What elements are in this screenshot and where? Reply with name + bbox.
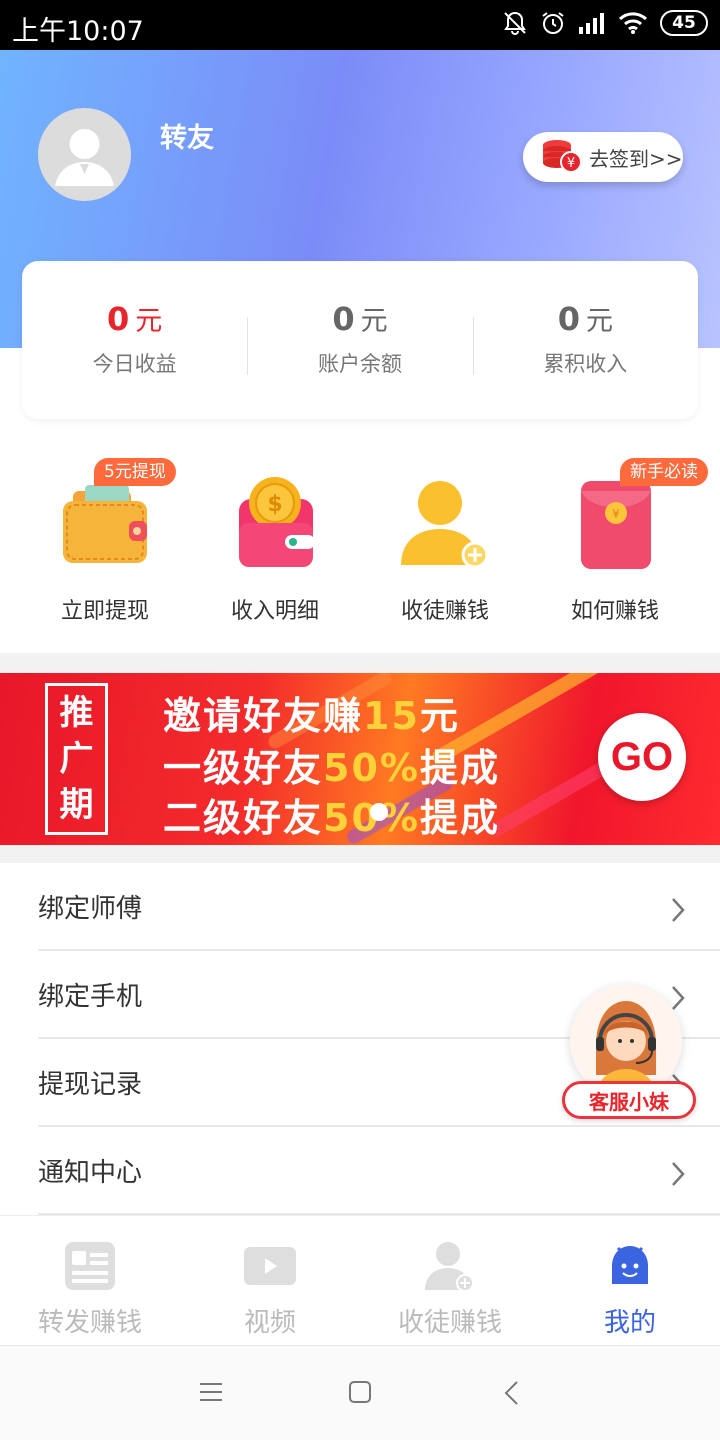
wallet-icon (55, 473, 155, 573)
alarm-icon (540, 10, 566, 36)
menu-item-notifications[interactable]: 通知中心 (38, 1127, 720, 1215)
battery-icon: 45 (660, 10, 708, 36)
tab-label: 我的 (603, 1308, 656, 1338)
stat-label: 账户余额 (317, 352, 402, 376)
feature-grid: 5元提现 立即提现 $ 收入明细 收徒赚钱 ¥ 新手必读 如何赚钱 (0, 455, 720, 635)
chevron-right-icon (672, 1162, 685, 1186)
feature-income-details[interactable]: $ 收入明细 (190, 455, 360, 635)
menu-item-label: 通知中心 (38, 1157, 143, 1188)
add-user-icon (395, 473, 495, 573)
chevron-right-icon (672, 898, 685, 922)
mute-bell-icon (502, 10, 528, 36)
stat-total-income[interactable]: 0元 累积收入 (472, 261, 698, 419)
signal-icon (578, 11, 606, 35)
banner-line-level1: 一级好友50%提成 (163, 737, 500, 792)
feature-label: 收入明细 (230, 599, 319, 624)
tab-label: 视频 (243, 1308, 296, 1338)
status-bar: 上午10:07 45 (0, 0, 720, 50)
avatar[interactable] (38, 108, 131, 201)
menu-item-label: 提现记录 (38, 1069, 143, 1100)
home-icon[interactable] (348, 1380, 372, 1404)
feature-how-to-earn[interactable]: ¥ 新手必读 如何赚钱 (530, 455, 708, 635)
add-user-icon (360, 1240, 540, 1292)
stat-unit: 元 (360, 306, 388, 337)
back-icon[interactable] (503, 1380, 521, 1406)
go-button[interactable]: GO (598, 713, 686, 801)
stat-unit: 元 (585, 306, 613, 337)
earnings-card: 0元 今日收益 0元 账户余额 0元 累积收入 (22, 261, 698, 419)
status-time: 上午10:07 (12, 16, 144, 47)
promo-period-box: 推 广 期 (45, 683, 108, 835)
smiley-icon (540, 1240, 720, 1292)
promo-char: 期 (59, 785, 94, 825)
stat-label: 累积收入 (543, 352, 628, 376)
signin-label: 去签到>> (589, 146, 683, 171)
bottom-tab-bar: 转发赚钱 视频 收徒赚钱 我的 (0, 1215, 720, 1345)
service-label: 客服小妹 (562, 1081, 696, 1119)
feature-recruit[interactable]: 收徒赚钱 (360, 455, 530, 635)
tab-forward-earn[interactable]: 转发赚钱 (0, 1216, 180, 1345)
feature-tag: 新手必读 (620, 458, 708, 486)
banner-highlight: 50% (323, 746, 420, 790)
feature-label: 立即提现 (60, 599, 149, 624)
tab-video[interactable]: 视频 (180, 1216, 360, 1345)
banner-text: 元 (419, 694, 460, 738)
stat-label: 今日收益 (92, 352, 177, 376)
stat-value: 0 (557, 300, 580, 338)
banner-text: 二级好友 (163, 796, 324, 840)
status-icons: 45 (502, 10, 708, 36)
carousel-indicator[interactable] (370, 803, 388, 821)
stat-account-balance[interactable]: 0元 账户余额 (247, 261, 472, 419)
signin-button[interactable]: ¥ 去签到>> (523, 132, 683, 182)
stat-unit: 元 (135, 306, 163, 337)
system-nav-bar (0, 1345, 720, 1440)
banner-text: 提成 (419, 746, 500, 790)
default-avatar-icon (55, 129, 114, 186)
news-icon (0, 1240, 180, 1292)
coin-stack-icon: ¥ (541, 137, 583, 178)
svg-text:¥: ¥ (612, 507, 620, 521)
tab-label: 转发赚钱 (37, 1308, 142, 1338)
svg-text:¥: ¥ (567, 156, 575, 171)
feature-withdraw[interactable]: 5元提现 立即提现 (20, 455, 190, 635)
banner-highlight: 15 (363, 694, 420, 738)
username: 转友 (160, 123, 214, 154)
customer-service-float[interactable]: 客服小妹 (562, 985, 696, 1120)
promo-banner[interactable]: 推 广 期 邀请好友赚15元 一级好友50%提成 二级好友50%提成 GO (0, 673, 720, 845)
feature-label: 如何赚钱 (570, 599, 659, 624)
banner-text: 一级好友 (163, 746, 324, 790)
banner-text: 邀请好友赚 (163, 694, 364, 738)
tab-mine[interactable]: 我的 (540, 1216, 720, 1345)
stat-value: 0 (332, 300, 355, 338)
feature-label: 收徒赚钱 (400, 599, 489, 624)
menu-item-bind-master[interactable]: 绑定师傅 (38, 863, 720, 951)
svg-text:$: $ (267, 492, 282, 517)
menu-item-label: 绑定手机 (38, 981, 143, 1012)
tab-label: 收徒赚钱 (397, 1308, 502, 1338)
menu-item-label: 绑定师傅 (38, 893, 143, 924)
banner-text: 提成 (419, 796, 500, 840)
tab-recruit-earn[interactable]: 收徒赚钱 (360, 1216, 540, 1345)
red-envelope-icon: ¥ (565, 473, 665, 573)
video-icon (180, 1240, 360, 1292)
promo-char: 推 (59, 693, 94, 733)
banner-line-invite: 邀请好友赚15元 (163, 685, 460, 740)
wifi-icon (618, 11, 648, 35)
stat-value: 0 (107, 300, 130, 338)
menu-icon[interactable] (199, 1380, 223, 1404)
battery-level: 45 (672, 13, 696, 33)
stat-today-earnings[interactable]: 0元 今日收益 (22, 261, 247, 419)
banner-line-level2: 二级好友50%提成 (163, 787, 500, 842)
promo-char: 广 (59, 739, 94, 779)
feature-tag: 5元提现 (94, 458, 176, 486)
coin-purse-icon: $ (225, 473, 325, 573)
